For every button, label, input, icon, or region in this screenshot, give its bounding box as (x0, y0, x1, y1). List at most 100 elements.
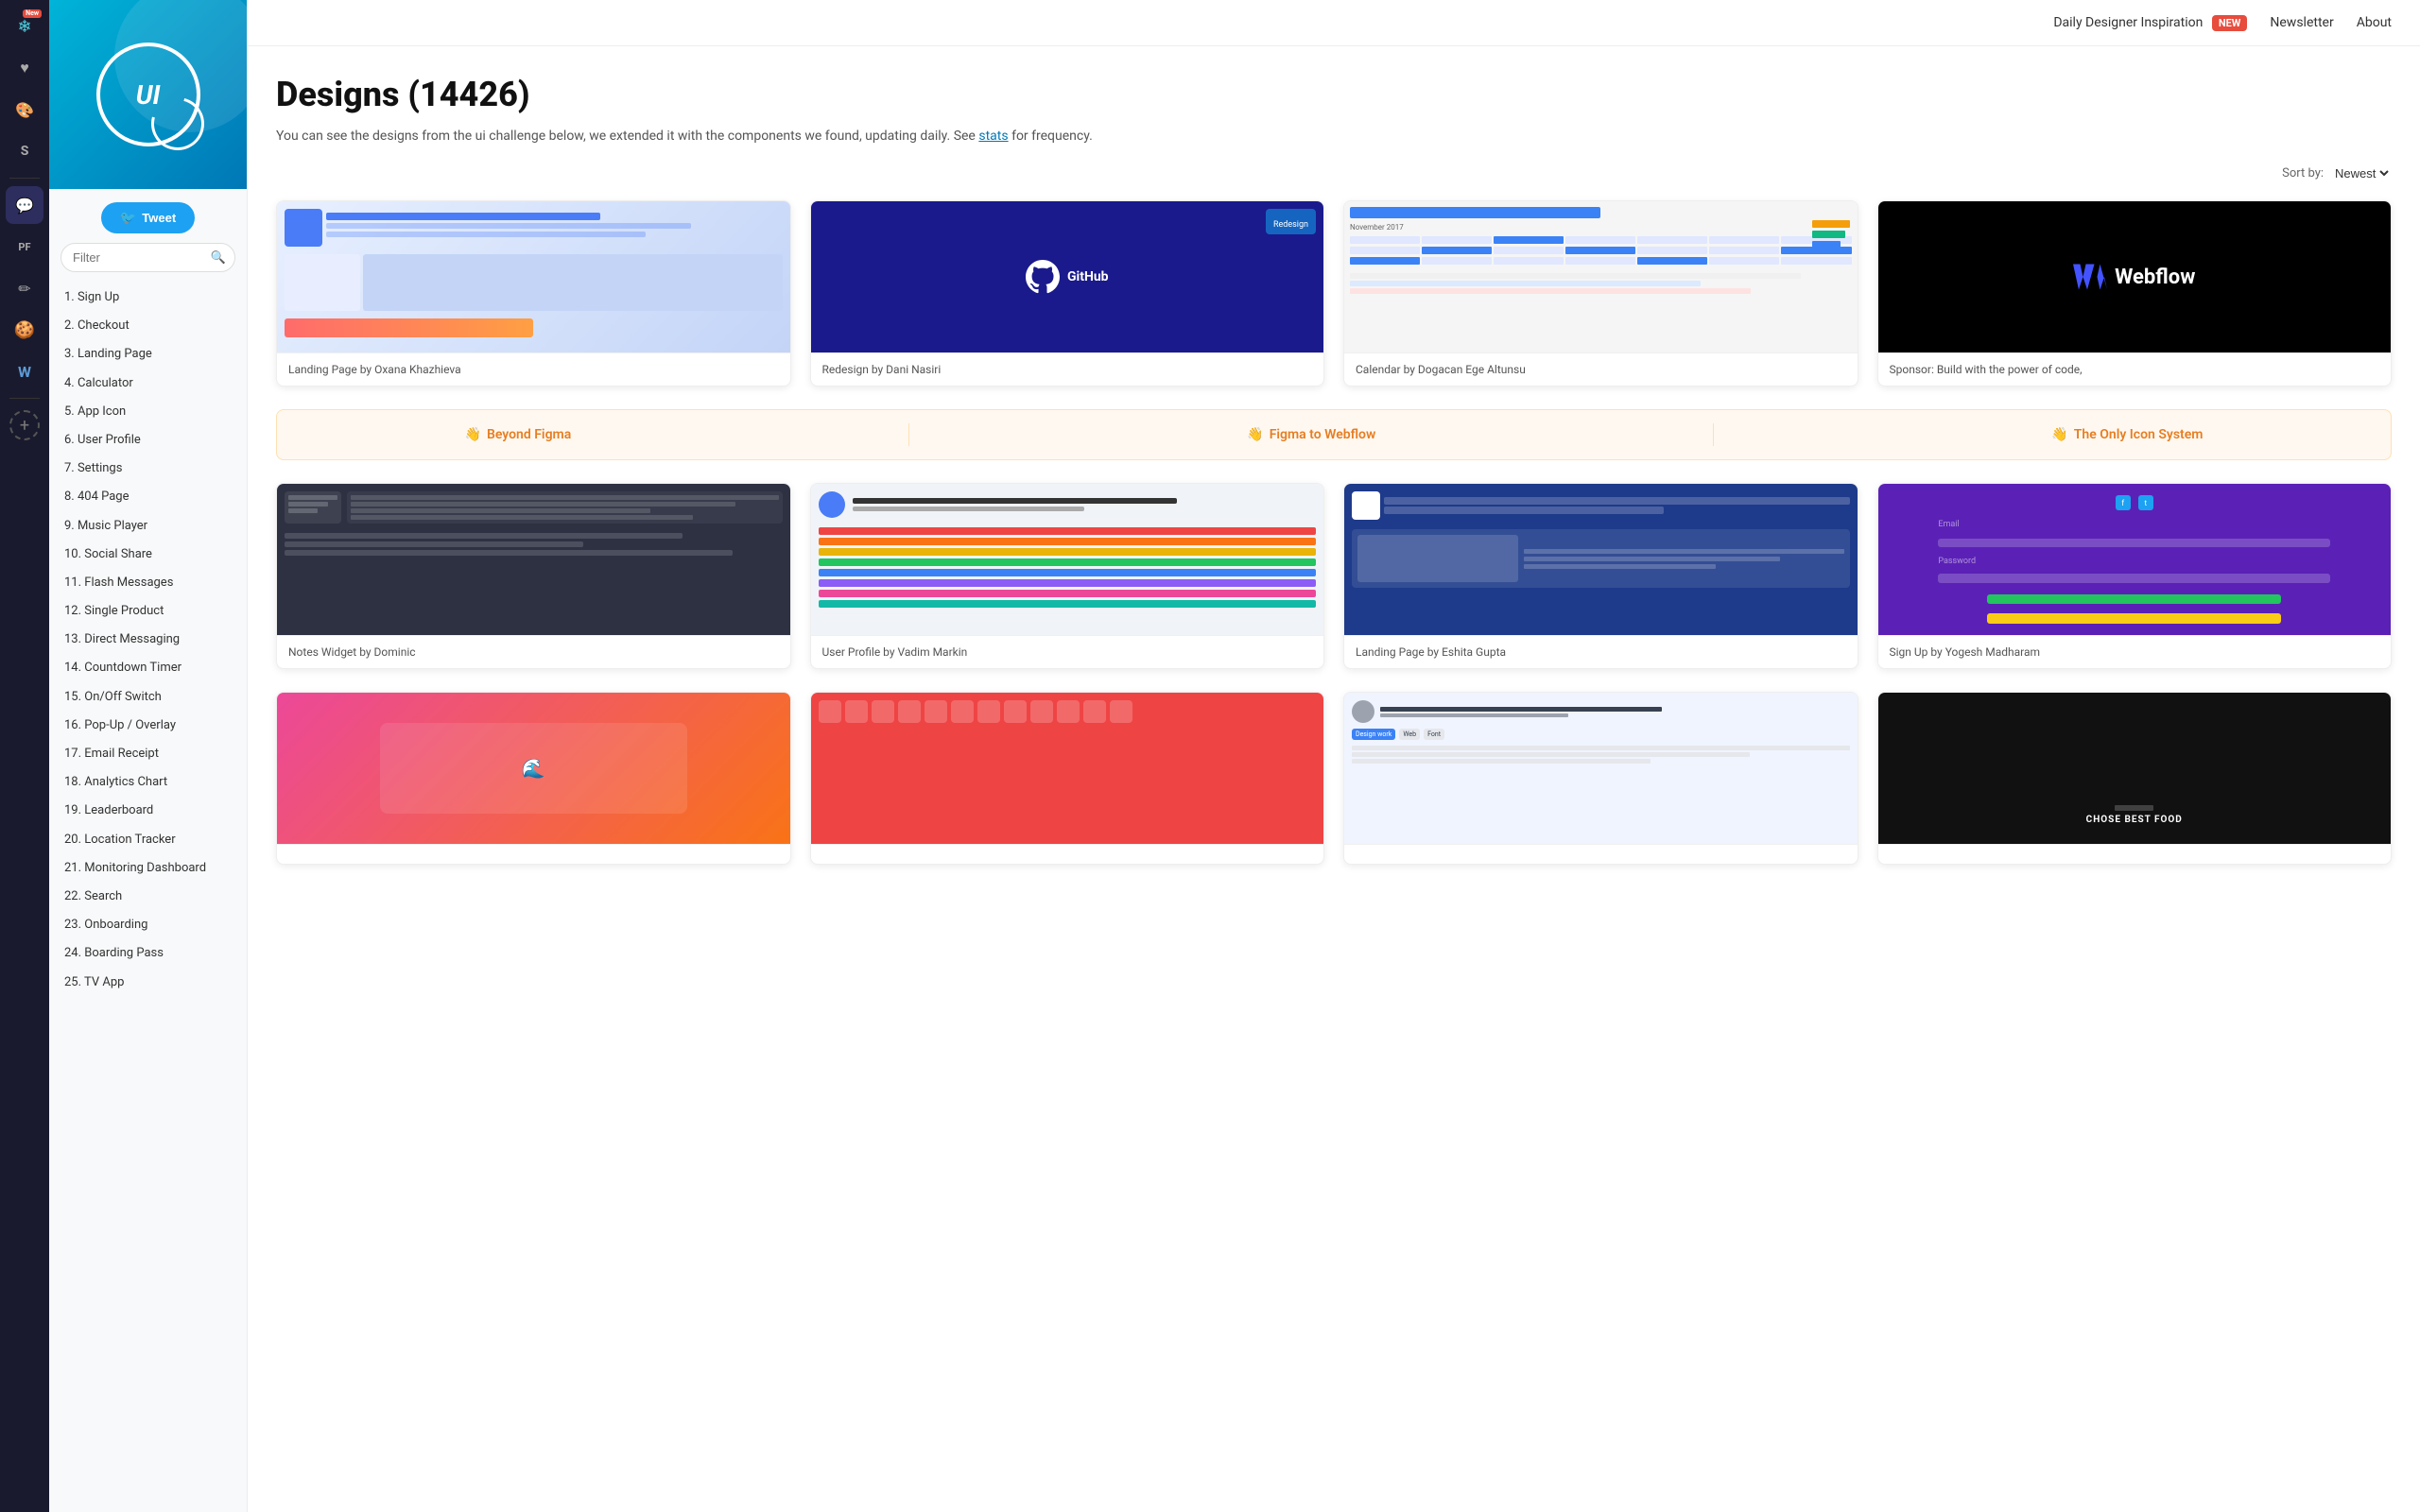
main-content: Daily Designer Inspiration NEW Newslette… (248, 0, 2420, 1512)
sidebar-nav-item-9[interactable]: 9. Music Player (49, 512, 247, 541)
sidebar-nav-item-15[interactable]: 15. On/Off Switch (49, 683, 247, 712)
sidebar-nav-item-22[interactable]: 22. Search (49, 883, 247, 911)
design-card-darkfood[interactable]: CHOSE BEST FOOD (1877, 692, 2393, 865)
design-card-image-signup: f t Email Password (1878, 484, 2392, 635)
page-title: Designs (14426) (276, 75, 2392, 114)
promo-divider-1 (908, 423, 909, 446)
design-card-image-webflow: Webflow (1878, 201, 2392, 352)
promo-label-2: Figma to Webflow (1270, 427, 1376, 442)
design-card-image-userprofile (811, 484, 1324, 635)
sidebar-nav-item-2[interactable]: 2. Checkout (49, 312, 247, 340)
page-description: You can see the designs from the ui chal… (276, 126, 2392, 146)
icon-bar-divider-1 (9, 178, 40, 179)
sidebar-nav-item-10[interactable]: 10. Social Share (49, 541, 247, 569)
daily-designer-link[interactable]: Daily Designer Inspiration NEW (2053, 15, 2247, 30)
cookie-icon-item[interactable]: 🍪 (6, 311, 43, 349)
sketch-icon-item[interactable]: S (6, 132, 43, 170)
design-card-image-notes (277, 484, 790, 635)
new-badge-label: New (23, 9, 42, 18)
sidebar-nav-item-13[interactable]: 13. Direct Messaging (49, 626, 247, 654)
sidebar-nav-item-16[interactable]: 16. Pop-Up / Overlay (49, 712, 247, 740)
w-icon-item[interactable]: W (6, 352, 43, 390)
design-card-webflow[interactable]: Webflow Sponsor: Build with the power of… (1877, 200, 2393, 387)
add-icon-item[interactable]: + (9, 410, 40, 440)
designs-grid-row2: Notes Widget by Dominic (276, 483, 2392, 669)
design-card-landing2[interactable]: Landing Page by Eshita Gupta (1343, 483, 1858, 669)
design-card-pink[interactable]: 🌊 (276, 692, 791, 865)
sidebar-header: UI (49, 0, 247, 189)
design-card-notes[interactable]: Notes Widget by Dominic (276, 483, 791, 669)
design-card-image-github: GitHub Redesign (811, 201, 1324, 352)
promo-item-1[interactable]: 👋 Beyond Figma (465, 427, 572, 442)
design-card-image-landing (277, 201, 790, 352)
design-card-caption-github: Redesign by Dani Nasiri (811, 352, 1324, 386)
stats-link[interactable]: stats (978, 129, 1008, 144)
design-card-redicons[interactable] (810, 692, 1325, 865)
sidebar-nav-item-14[interactable]: 14. Countdown Timer (49, 654, 247, 682)
sidebar-nav-item-20[interactable]: 20. Location Tracker (49, 826, 247, 854)
design-card-github[interactable]: GitHub Redesign Redesign by Dani Nasiri (810, 200, 1325, 387)
design-card-caption-landing2: Landing Page by Eshita Gupta (1344, 635, 1858, 668)
heart-icon-item[interactable]: ♥ (6, 49, 43, 87)
sidebar: UI 🐦 Tweet 🔍 1. Sign Up2. Checkout3. Lan… (49, 0, 248, 1512)
sort-bar: Sort by: Newest (276, 165, 2392, 181)
design-card-userprofile[interactable]: User Profile by Vadim Markin (810, 483, 1325, 669)
sidebar-nav-item-7[interactable]: 7. Settings (49, 455, 247, 483)
about-link[interactable]: About (2357, 15, 2392, 30)
pf-icon-item[interactable]: PF (6, 228, 43, 266)
promo-emoji-3: 👋 (2051, 427, 2067, 442)
design-card-lightprofile[interactable]: Design work Web Font (1343, 692, 1858, 865)
design-card-caption-pink (277, 844, 790, 864)
sidebar-nav-item-19[interactable]: 19. Leaderboard (49, 797, 247, 825)
design-card-image-redicons (811, 693, 1324, 844)
new-pill: NEW (2212, 15, 2248, 31)
promo-emoji-2: 👋 (1247, 427, 1263, 442)
tweet-button-label: Tweet (142, 211, 176, 225)
design-card-image-pink: 🌊 (277, 693, 790, 844)
sidebar-nav-item-17[interactable]: 17. Email Receipt (49, 740, 247, 768)
sidebar-nav-item-21[interactable]: 21. Monitoring Dashboard (49, 854, 247, 883)
design-card-caption-signup: Sign Up by Yogesh Madharam (1878, 635, 2392, 668)
sidebar-nav-item-24[interactable]: 24. Boarding Pass (49, 939, 247, 968)
promo-item-3[interactable]: 👋 The Only Icon System (2051, 427, 2203, 442)
filter-wrap: 🔍 (60, 243, 235, 272)
designs-grid-row3: 🌊 (276, 692, 2392, 865)
design-card-signup[interactable]: f t Email Password Sign Up by Yogesh Mad… (1877, 483, 2393, 669)
sidebar-nav-item-11[interactable]: 11. Flash Messages (49, 569, 247, 597)
tweet-button[interactable]: 🐦 Tweet (101, 202, 195, 233)
newsletter-link[interactable]: Newsletter (2270, 15, 2333, 30)
sidebar-nav-item-25[interactable]: 25. TV App (49, 969, 247, 997)
sidebar-nav-item-1[interactable]: 1. Sign Up (49, 284, 247, 312)
pen-icon-item[interactable]: ✏ (6, 269, 43, 307)
sidebar-nav-item-4[interactable]: 4. Calculator (49, 369, 247, 398)
design-card-caption-userprofile: User Profile by Vadim Markin (811, 635, 1324, 668)
icon-bar-divider-2 (9, 398, 40, 399)
design-card-caption-lightprofile (1344, 844, 1858, 864)
promo-emoji-1: 👋 (465, 427, 481, 442)
palette-icon-item[interactable]: 🎨 (6, 91, 43, 129)
design-card-caption-darkfood (1878, 844, 2392, 864)
sidebar-nav-item-6[interactable]: 6. User Profile (49, 426, 247, 455)
design-card-caption-webflow: Sponsor: Build with the power of code, (1878, 352, 2392, 386)
design-card-landing[interactable]: Landing Page by Oxana Khazhieva (276, 200, 791, 387)
filter-input[interactable] (60, 243, 235, 272)
design-card-caption-calendar: Calendar by Dogacan Ege Altunsu (1344, 352, 1858, 386)
sidebar-nav-item-23[interactable]: 23. Onboarding (49, 911, 247, 939)
design-card-caption-landing: Landing Page by Oxana Khazhieva (277, 352, 790, 386)
sidebar-nav-item-18[interactable]: 18. Analytics Chart (49, 768, 247, 797)
design-card-calendar[interactable]: November 2017 (1343, 200, 1858, 387)
chat-icon-item[interactable]: 💬 (6, 186, 43, 224)
icon-bar: ❄ New ♥ 🎨 S 💬 PF ✏ 🍪 W + (0, 0, 49, 1512)
sidebar-nav-item-12[interactable]: 12. Single Product (49, 597, 247, 626)
search-icon: 🔍 (211, 250, 226, 265)
promo-item-2[interactable]: 👋 Figma to Webflow (1247, 427, 1375, 442)
sidebar-nav-item-8[interactable]: 8. 404 Page (49, 483, 247, 511)
sidebar-nav-item-5[interactable]: 5. App Icon (49, 398, 247, 426)
sidebar-nav-item-3[interactable]: 3. Landing Page (49, 340, 247, 369)
promo-label-1: Beyond Figma (487, 427, 571, 442)
twitter-bird-icon: 🐦 (120, 210, 136, 226)
design-card-image-lightprofile: Design work Web Font (1344, 693, 1858, 844)
design-card-caption-notes: Notes Widget by Dominic (277, 635, 790, 668)
sort-select[interactable]: Newest (2331, 165, 2392, 181)
new-icon-item[interactable]: ❄ New (6, 8, 43, 45)
